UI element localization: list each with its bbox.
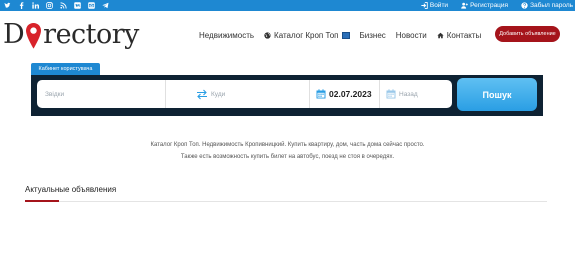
facebook-icon[interactable]	[18, 2, 25, 9]
swap-icon[interactable]	[196, 89, 208, 100]
to-field[interactable]: Куди	[165, 80, 309, 108]
from-field[interactable]: Звідки	[37, 80, 165, 108]
forgot-password-label: Забыл пароль	[530, 2, 573, 9]
return-date-placeholder: Назад	[399, 90, 418, 98]
nav-item-business[interactable]: Бизнес	[360, 31, 386, 40]
user-cabinet-tab[interactable]: Кабинет користувача	[31, 63, 100, 75]
return-date-field[interactable]: Назад	[379, 80, 452, 108]
from-placeholder: Звідки	[45, 90, 65, 98]
site-description-line1: Каталог Кроп Топ. Недвижимость Кропивниц…	[150, 142, 425, 148]
nav-item-contacts[interactable]: Контакты	[437, 30, 482, 40]
question-icon	[521, 2, 528, 9]
instagram-icon[interactable]	[46, 2, 53, 9]
nav-item-news[interactable]: Новости	[396, 31, 427, 40]
rss-icon[interactable]	[60, 2, 67, 9]
main-nav: Недвижимость Каталог Кроп Топ Бизнес Нов…	[199, 28, 481, 42]
search-button[interactable]: Пошук	[457, 78, 537, 111]
logo-text-end: rectory	[43, 19, 139, 50]
home-icon	[437, 32, 444, 38]
site-logo[interactable]: D rectory	[3, 16, 139, 50]
mail-icon[interactable]	[88, 2, 95, 9]
register-link[interactable]: Регистрация	[461, 2, 508, 9]
top-bar: Войти Регистрация Забыл пароль	[0, 0, 575, 11]
nav-label: Недвижимость	[199, 30, 255, 40]
vk-icon[interactable]	[74, 2, 81, 9]
section-title: Актуальные объявления	[25, 185, 117, 194]
section-accent-line	[25, 200, 59, 202]
forgot-password-link[interactable]: Забыл пароль	[521, 2, 573, 9]
ticket-search-panel: Звідки Куди 02.07.2023 Назад Пошук	[31, 75, 543, 116]
linkedin-icon[interactable]	[32, 2, 39, 9]
flag-icon	[341, 31, 350, 39]
login-label: Войти	[429, 2, 449, 9]
to-placeholder: Куди	[211, 90, 226, 98]
nav-item-catalog[interactable]: Каталог Кроп Топ	[264, 30, 350, 40]
nav-item-real-estate[interactable]: Недвижимость	[199, 31, 254, 40]
globe-icon	[264, 31, 271, 39]
nav-label: Новости	[395, 30, 427, 40]
login-link[interactable]: Войти	[421, 2, 448, 9]
social-links	[4, 0, 109, 11]
site-description-line2: Также есть возможность купить билет на а…	[180, 154, 395, 160]
logo-text-start: D	[3, 19, 25, 50]
departure-date-value: 02.07.2023	[329, 89, 372, 99]
section-divider	[25, 201, 547, 202]
telegram-icon[interactable]	[102, 2, 109, 9]
calendar-icon	[316, 89, 326, 99]
departure-date-field[interactable]: 02.07.2023	[309, 80, 379, 108]
nav-label: Бизнес	[359, 30, 386, 40]
nav-label: Контакты	[446, 30, 482, 40]
register-label: Регистрация	[470, 2, 509, 9]
add-user-icon	[461, 2, 468, 9]
add-listing-button[interactable]: Добавить объявление	[495, 26, 560, 42]
login-icon	[421, 2, 428, 9]
nav-label: Каталог Кроп Топ	[274, 30, 339, 40]
calendar-icon	[386, 89, 396, 99]
map-pin-icon	[26, 23, 42, 49]
twitter-icon[interactable]	[4, 2, 11, 9]
account-links: Войти Регистрация Забыл пароль	[421, 0, 573, 11]
